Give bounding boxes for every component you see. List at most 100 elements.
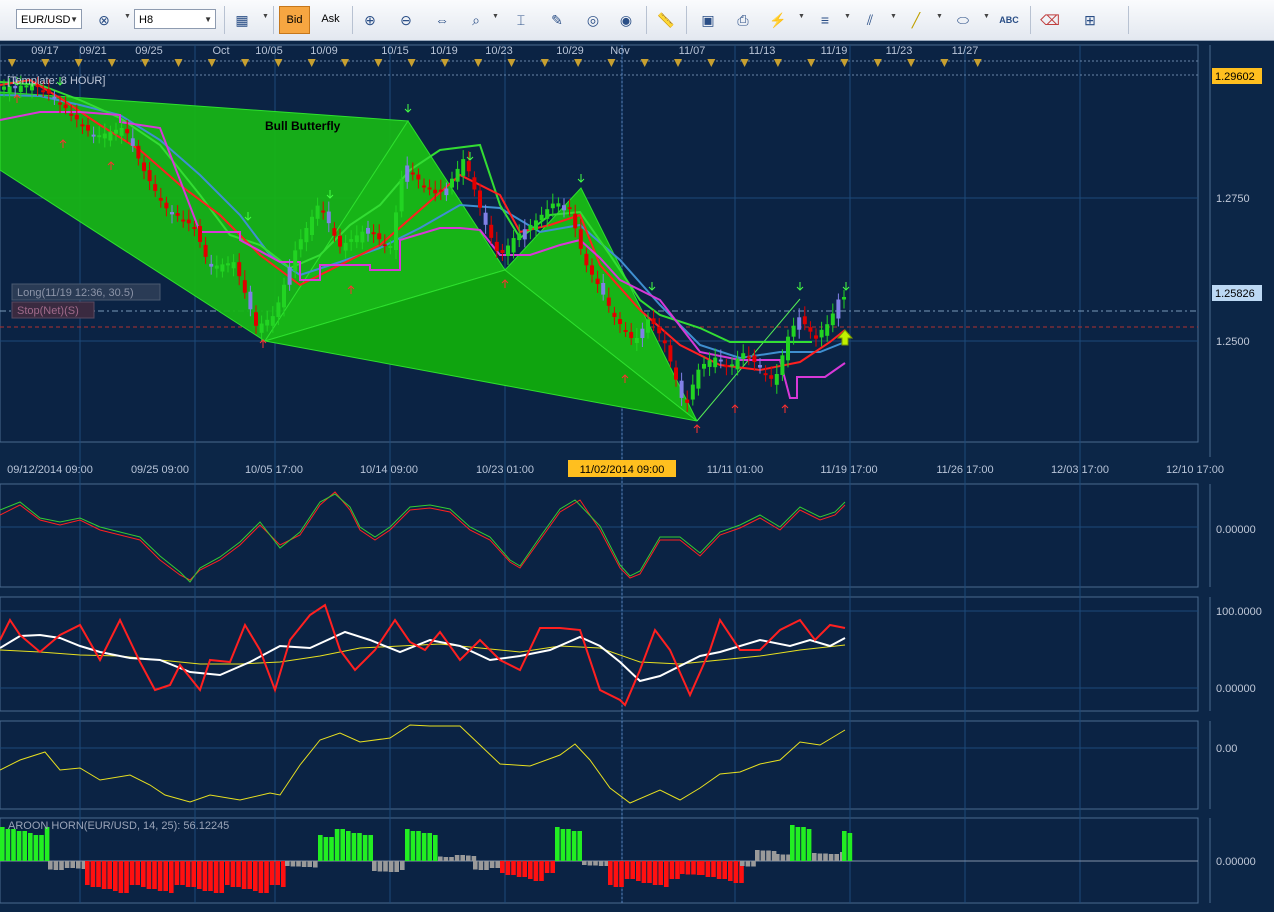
candle-body — [713, 357, 718, 368]
aroon-bar — [449, 857, 454, 861]
globe-icon[interactable]: ◉ — [616, 10, 636, 30]
candle-body — [690, 384, 695, 400]
symbol-select[interactable]: EUR/USD ▼ — [16, 9, 82, 29]
trendline-icon[interactable]: ⫽ — [860, 10, 880, 30]
screenshot-icon[interactable]: ▣ — [698, 10, 718, 30]
aroon-bar — [290, 861, 296, 867]
bid-button[interactable]: Bid — [279, 6, 310, 34]
aroon-bar — [801, 827, 806, 861]
chevron-down-icon[interactable]: ▼ — [936, 13, 943, 20]
candle-body — [63, 104, 68, 109]
aroon-bar — [500, 861, 505, 873]
candle-body — [394, 212, 398, 250]
candle-body — [522, 229, 527, 240]
chevron-down-icon[interactable]: ▼ — [983, 13, 990, 20]
aroon-bar — [478, 861, 484, 870]
candle-body — [668, 345, 673, 362]
candle-body — [58, 102, 62, 105]
zoom-out-icon[interactable]: ⊖ — [396, 10, 416, 30]
chevron-down-icon[interactable]: ▼ — [890, 13, 897, 20]
magnify-icon[interactable]: ⌕ — [466, 10, 486, 30]
candle-body — [606, 297, 611, 306]
indicators-icon[interactable]: ≡ — [815, 10, 835, 30]
aroon-bar — [258, 861, 264, 893]
bottom-date-tick: 10/23 01:00 — [476, 464, 534, 476]
aroon-bar — [817, 853, 823, 861]
aroon-bar — [658, 861, 663, 885]
toolbar-divider — [273, 6, 274, 34]
toolbar-divider — [224, 6, 225, 34]
ruler-icon[interactable]: 📏 — [656, 10, 676, 30]
candle-body — [786, 336, 790, 361]
candle-body — [433, 189, 438, 194]
candle-body — [270, 316, 275, 326]
aroon-bar — [722, 861, 727, 879]
aroon-bar — [766, 850, 771, 861]
candle-body — [7, 86, 12, 94]
edit-chart-icon[interactable]: ✎ — [547, 10, 567, 30]
line-tool-icon[interactable]: ╱ — [906, 10, 926, 30]
price-top-label: 1.29602 — [1215, 71, 1255, 83]
aroon-bar — [577, 831, 582, 861]
chart-area[interactable]: 09/17 09/21 09/25 Oct 10/05 10/09 10/15 10/19 10… — [0, 41, 1274, 907]
price-current-label: 1.25826 — [1215, 288, 1255, 300]
chart-type-icon[interactable]: ▦ — [232, 10, 252, 30]
aroon-bar — [598, 861, 604, 866]
print-icon[interactable]: ⎙ — [733, 10, 753, 30]
ellipse-icon[interactable]: ⬭ — [953, 10, 973, 30]
aroon-bar — [135, 861, 140, 885]
aroon-bar — [70, 861, 75, 868]
chevron-down-icon[interactable]: ▼ — [492, 13, 499, 20]
aroon-label: AROON HORN(EUR/USD, 14, 25): 56.12245 — [8, 820, 229, 832]
text-tool-icon[interactable]: ABC — [999, 10, 1019, 30]
candle-body — [702, 363, 706, 369]
candle-body — [293, 250, 298, 272]
studies-icon[interactable]: ⚡ — [768, 10, 788, 30]
aroon-bar — [323, 837, 329, 861]
hide-icon[interactable]: ◎ — [583, 10, 603, 30]
aroon-bar — [847, 833, 853, 861]
panel4-tick: 0.00 — [1216, 743, 1237, 755]
candle-body — [276, 302, 281, 318]
crosshair-icon[interactable]: ⌶ — [511, 10, 531, 30]
candle-body — [567, 207, 572, 210]
candle-body — [830, 313, 835, 326]
aroon-bar — [219, 861, 224, 893]
aroon-bar — [22, 831, 27, 861]
chart-toolbar: EUR/USD ▼ ⊗ ▼ H8 ▼ ▦ ▼ Bid Ask ⊕ ⊖ ⇔ ⌕ ▼ ⌶… — [0, 0, 1274, 41]
candle-body — [198, 226, 202, 242]
symbol-cancel-icon[interactable]: ⊗ — [94, 10, 114, 30]
candle-body — [511, 238, 516, 253]
aroon-bar — [416, 831, 421, 861]
aroon-bar — [241, 861, 247, 889]
layout-icon[interactable]: ⊞ — [1080, 10, 1100, 30]
candle-body — [175, 213, 180, 216]
chevron-down-icon[interactable]: ▼ — [844, 13, 851, 20]
aroon-bar — [118, 861, 124, 893]
candle-body — [153, 184, 158, 191]
timeframe-select[interactable]: H8 ▼ — [134, 9, 216, 29]
candle-body — [618, 319, 622, 324]
chevron-down-icon[interactable]: ▼ — [262, 13, 269, 20]
scroll-icon[interactable]: ⇔ — [432, 10, 452, 30]
chevron-down-icon[interactable]: ▼ — [124, 13, 131, 20]
aroon-bar — [443, 857, 449, 861]
eraser-icon[interactable]: ⌫ — [1040, 10, 1060, 30]
candle-body — [147, 170, 152, 182]
chart-canvas[interactable]: 09/17 09/21 09/25 Oct 10/05 10/09 10/15 10/19 10… — [0, 41, 1274, 907]
candle-body — [203, 244, 208, 257]
ask-button[interactable]: Ask — [315, 6, 346, 34]
chevron-down-icon[interactable]: ▼ — [798, 13, 805, 20]
zoom-in-icon[interactable]: ⊕ — [360, 10, 380, 30]
candle-body — [360, 231, 365, 243]
candle-body — [74, 114, 79, 120]
candle-body — [192, 227, 197, 229]
aroon-bar — [351, 833, 357, 861]
chevron-down-icon: ▼ — [204, 15, 212, 24]
top-date-tick: Nov — [610, 45, 630, 57]
aroon-bar — [755, 850, 760, 861]
aroon-bar — [180, 861, 185, 885]
candle-body — [382, 244, 387, 247]
aroon-bar — [745, 861, 751, 867]
candle-body — [86, 125, 90, 131]
